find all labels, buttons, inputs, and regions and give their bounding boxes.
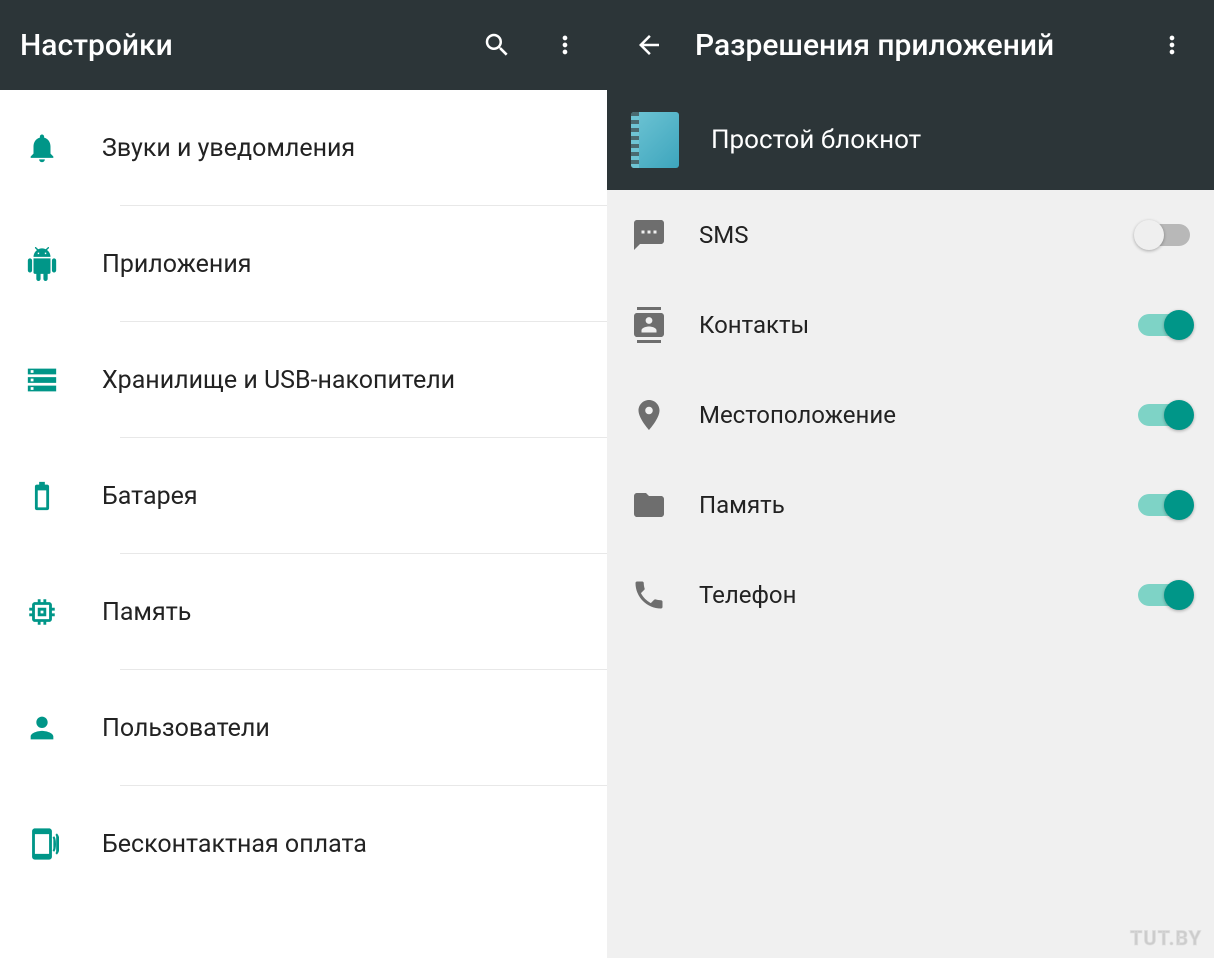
permission-label: SMS [699,221,1106,249]
toggle-storage[interactable] [1138,494,1190,516]
settings-item-apps[interactable]: Приложения [0,206,607,322]
item-label: Приложения [102,250,583,279]
folder-icon [631,487,667,523]
app-header: Простой блокнот [607,90,1214,190]
location-icon [631,397,667,433]
permissions-title: Разрешения приложений [695,28,1150,63]
toggle-location[interactable] [1138,404,1190,426]
settings-item-users[interactable]: Пользователи [0,670,607,786]
item-label: Батарея [102,482,583,511]
permissions-list: SMS Контакты Местоположение Память [607,190,1214,958]
permission-item-location[interactable]: Местоположение [607,370,1214,460]
permission-label: Память [699,491,1106,519]
more-icon[interactable] [543,23,587,67]
settings-appbar: Настройки [0,0,607,90]
sms-icon [631,217,667,253]
toggle-phone[interactable] [1138,584,1190,606]
settings-list: Звуки и уведомления Приложения Хранилище… [0,90,607,958]
more-icon[interactable] [1150,23,1194,67]
bell-icon [24,130,60,166]
permissions-panel: Разрешения приложений Простой блокнот SM… [607,0,1214,958]
item-label: Хранилище и USB-накопители [102,366,583,395]
settings-item-taptopay[interactable]: Бесконтактная оплата [0,786,607,902]
android-icon [24,246,60,282]
settings-item-battery[interactable]: Батарея [0,438,607,554]
battery-icon [24,478,60,514]
item-label: Звуки и уведомления [102,134,583,163]
settings-item-sounds[interactable]: Звуки и уведомления [0,90,607,206]
permission-label: Телефон [699,581,1106,609]
toggle-contacts[interactable] [1138,314,1190,336]
taptopay-icon [24,826,60,862]
watermark: TUT.BY [1130,926,1202,950]
settings-title: Настройки [20,28,475,63]
settings-item-storage[interactable]: Хранилище и USB-накопители [0,322,607,438]
person-icon [24,710,60,746]
permission-label: Местоположение [699,401,1106,429]
item-label: Пользователи [102,714,583,743]
contacts-icon [631,307,667,343]
permission-item-sms[interactable]: SMS [607,190,1214,280]
search-icon[interactable] [475,23,519,67]
phone-icon [631,577,667,613]
toggle-sms[interactable] [1138,224,1190,246]
permissions-appbar: Разрешения приложений [607,0,1214,90]
permission-item-phone[interactable]: Телефон [607,550,1214,640]
memory-icon [24,594,60,630]
notepad-app-icon [631,112,679,168]
app-name: Простой блокнот [711,125,921,155]
item-label: Бесконтактная оплата [102,830,583,859]
storage-icon [24,362,60,398]
permission-label: Контакты [699,311,1106,339]
settings-item-memory[interactable]: Память [0,554,607,670]
permission-item-storage[interactable]: Память [607,460,1214,550]
settings-panel: Настройки Звуки и уведомления Приложения [0,0,607,958]
back-icon[interactable] [627,23,671,67]
permission-item-contacts[interactable]: Контакты [607,280,1214,370]
item-label: Память [102,598,583,627]
